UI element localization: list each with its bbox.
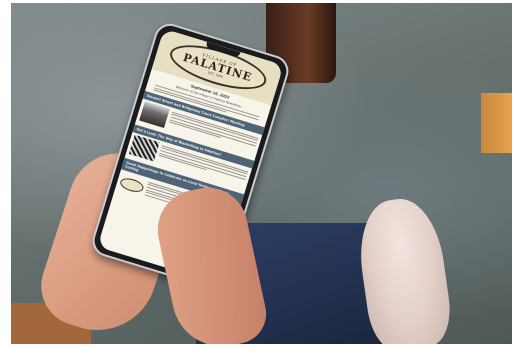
chair-edge — [481, 93, 512, 153]
article-1-image — [139, 101, 170, 129]
right-hand — [150, 180, 272, 344]
photo-scene: VILLAGE OF PALATINE EST. 1866 September … — [11, 3, 512, 344]
article-2-image — [128, 134, 160, 162]
article-3-logo — [118, 176, 146, 195]
